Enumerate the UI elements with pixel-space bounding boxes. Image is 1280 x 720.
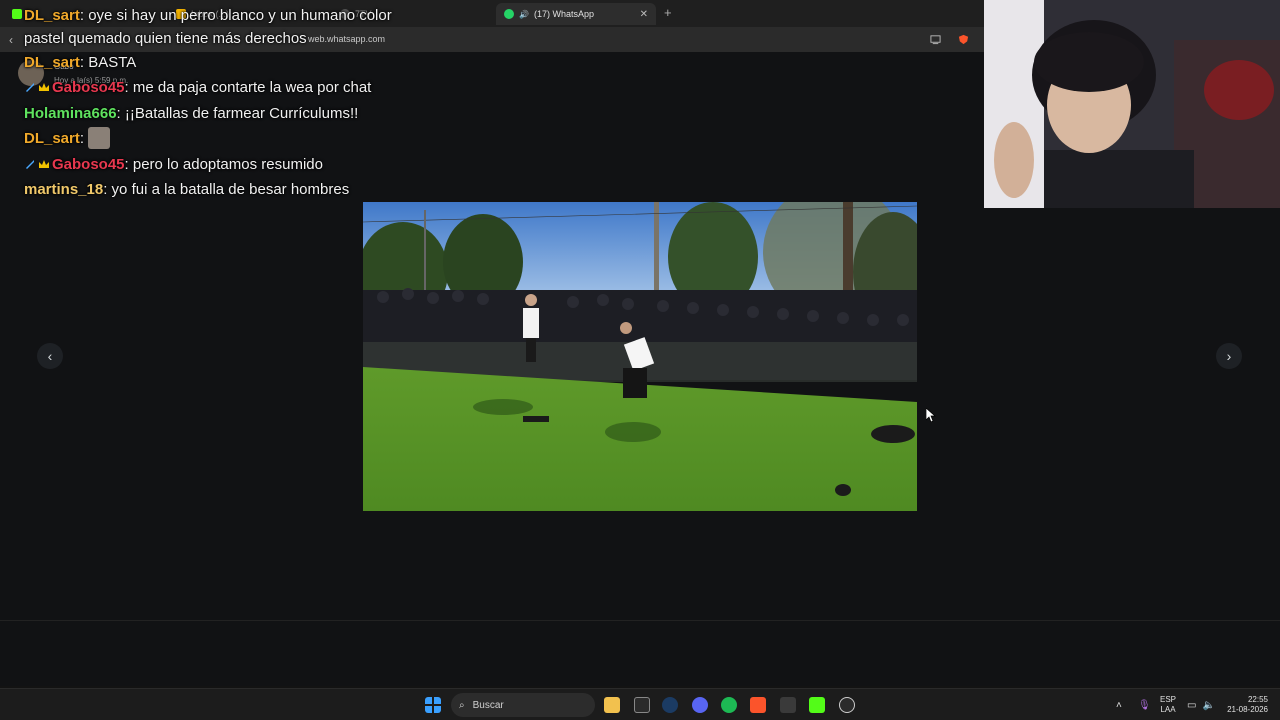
sword-badge-icon [26,159,34,169]
chat-username[interactable]: Holamina666 [24,105,117,122]
chat-message: DL_sart: [24,126,444,151]
chat-text: : oye si hay un perro blanco y un humano… [24,7,392,47]
crown-badge-icon [39,159,49,168]
viewer-right-area [984,208,1280,620]
chat-message: DL_sart: oye si hay un perro blanco y un… [24,4,414,50]
volume-icon[interactable]: 🔈 [1202,700,1214,711]
windows-start-icon[interactable] [425,697,441,713]
streamer-webcam-image [984,0,1280,208]
clock[interactable]: 22:55 21-08-2026 [1224,689,1268,720]
chevron-left-icon: ‹ [47,348,53,364]
sword-badge-icon [26,83,34,93]
language-indicator[interactable]: ESP LAA [1160,689,1176,720]
chat-text: : BASTA [79,54,137,71]
media-thumbnail-strip [0,620,1280,686]
chat-message: Gaboso45: me da paja contarte la wea por… [24,75,444,100]
chat-username[interactable]: DL_sart [24,7,80,24]
cast-icon[interactable] [930,34,941,45]
emote-image [88,127,111,150]
clock-date: 21-08-2026 [1227,705,1268,714]
webcam-feed [984,0,1280,208]
microphone-tray: 🎙 [1138,689,1151,720]
system-tray: ˄ [1116,689,1122,720]
network-icon[interactable]: ▭ [1187,700,1196,711]
search-placeholder: Buscar [472,699,504,711]
next-media-button[interactable]: › [1216,343,1242,369]
search-icon: ⌕ [459,699,465,711]
spotify-icon[interactable] [721,697,737,713]
file-explorer-icon[interactable] [604,697,620,713]
chat-text: : ¡¡Batallas de farmear Currículums!! [116,104,359,122]
chat-text: : [79,130,85,148]
close-icon[interactable]: ✕ [640,9,648,20]
chat-text: : pero lo adoptamos resumido [124,155,323,173]
chevron-up-icon[interactable]: ˄ [1116,700,1122,711]
chat-message: martins_18: yo fui a la batalla de besar… [24,177,444,202]
chat-username[interactable]: martins_18 [24,181,103,198]
tab-label: (17) WhatsApp [533,9,594,19]
previous-media-button[interactable]: ‹ [37,343,63,369]
crown-badge-icon [39,83,49,92]
chat-message: Holamina666: ¡¡Batallas de farmear Currí… [24,101,444,126]
chat-message: DL_sart: BASTA [24,50,444,75]
epic-games-icon[interactable] [634,697,650,713]
chat-text: : me da paja contarte la wea por chat [124,79,372,97]
media-image[interactable] [363,202,917,511]
settings-icon[interactable] [839,697,855,713]
discord-icon[interactable] [692,697,708,713]
chevron-right-icon: › [1226,348,1232,364]
chat-username[interactable]: Gaboso45 [52,79,125,96]
chat-username[interactable]: Gaboso45 [52,156,125,173]
brave-browser-icon[interactable] [750,697,766,713]
chat-username[interactable]: DL_sart [24,54,80,71]
microphone-icon[interactable]: 🎙 [1138,700,1151,711]
kick-icon[interactable] [809,697,825,713]
chat-message: Gaboso45: pero lo adoptamos resumido [24,152,444,177]
obs-icon[interactable] [780,697,796,713]
clock-time: 22:55 [1247,695,1268,704]
whatsapp-icon [504,9,514,19]
status-icons: ▭ 🔈 [1187,689,1215,720]
speaker-icon: 🔊 [519,9,529,19]
language-code: ESP [1160,695,1177,704]
steam-icon[interactable] [662,697,678,713]
new-tab-button[interactable]: + [664,5,672,20]
kick-icon [12,9,22,19]
mouse-cursor-icon [926,408,936,422]
screen: Inbox (...) 7TV 🔊 (17) WhatsApp ✕ + ‹ we… [0,0,1280,720]
taskbar: ⌕ Buscar ˄ 🎙 ESP LAA ▭ 🔈 22:55 21-08-202… [0,688,1280,720]
taskbar-search[interactable]: ⌕ Buscar [451,693,595,717]
tab-whatsapp[interactable]: 🔊 (17) WhatsApp ✕ [496,3,656,25]
chat-text: : yo fui a la batalla de besar hombres [103,180,350,198]
back-arrow-icon[interactable]: ‹ [9,33,13,47]
brave-shield-icon[interactable] [958,34,969,45]
stream-chat: DL_sart: oye si hay un perro blanco y un… [24,4,444,202]
photo-of-schoolyard-fight [363,202,917,511]
keyboard-layout: LAA [1160,705,1176,714]
chat-username[interactable]: DL_sart [24,130,80,147]
